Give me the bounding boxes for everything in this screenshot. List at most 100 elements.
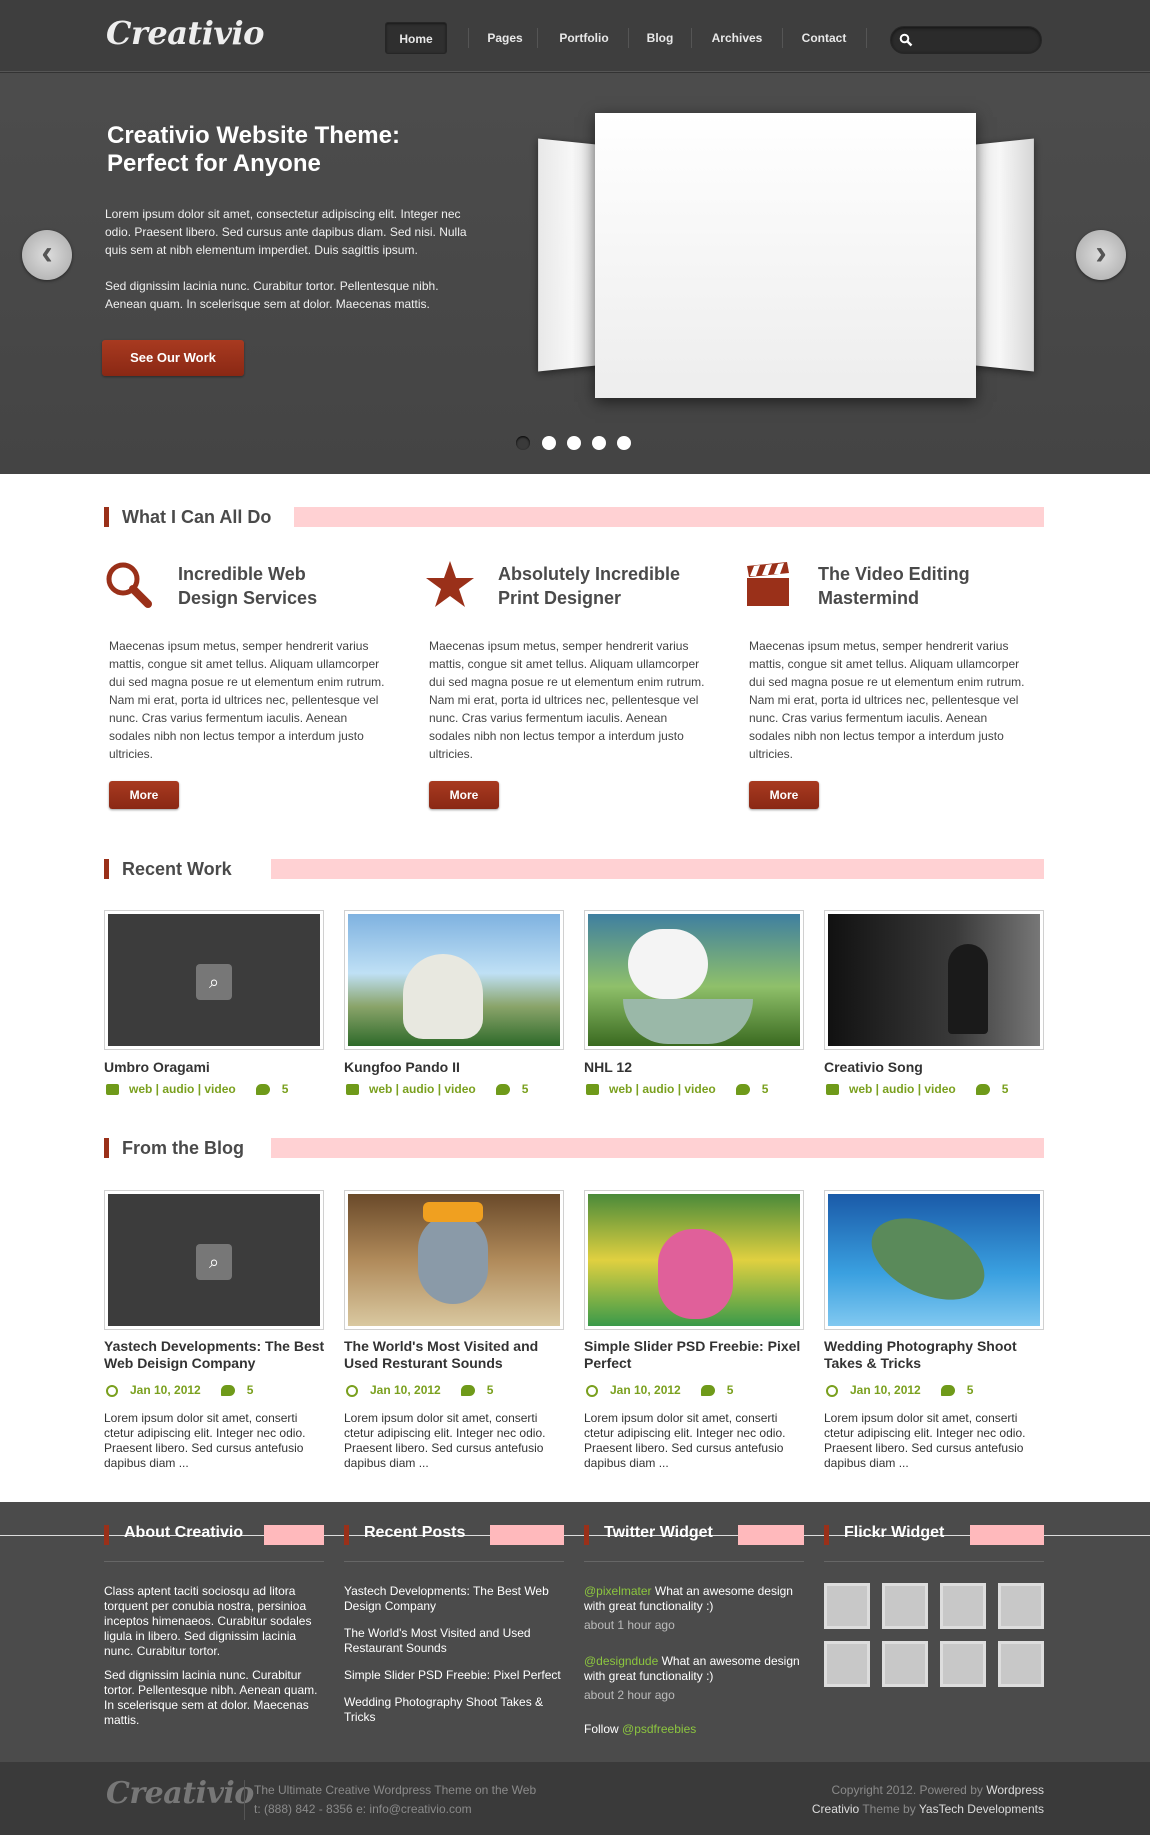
- work-image-subject: [403, 954, 483, 1039]
- nav-archives[interactable]: Archives: [703, 22, 771, 54]
- post-date: Jan 10, 2012: [850, 1383, 921, 1397]
- comment-count[interactable]: 5: [247, 1383, 254, 1397]
- comment-count[interactable]: 5: [727, 1383, 734, 1397]
- flickr-thumbnail[interactable]: [882, 1641, 928, 1687]
- comment-count[interactable]: 5: [522, 1082, 529, 1096]
- nav-divider: [782, 28, 783, 48]
- wordpress-link[interactable]: Wordpress: [986, 1783, 1044, 1797]
- tweet: @designdude What an awesome design with …: [584, 1654, 809, 1684]
- service-more-button[interactable]: More: [749, 781, 819, 809]
- work-tags[interactable]: web | audio | video: [369, 1082, 476, 1096]
- recent-post-link[interactable]: Yastech Developments: The Best Web Desig…: [344, 1584, 564, 1614]
- zoom-icon[interactable]: ⌕: [196, 964, 232, 1000]
- comment-count[interactable]: 5: [967, 1383, 974, 1397]
- work-title[interactable]: NHL 12: [584, 1059, 632, 1075]
- service-title: Incredible Web Design Services: [178, 564, 318, 608]
- blog-post-title[interactable]: Yastech Developments: The Best Web Deisi…: [104, 1338, 334, 1372]
- section-rule: [970, 1525, 1044, 1545]
- tweet: @pixelmater What an awesome design with …: [584, 1584, 809, 1614]
- theme-by-text: Theme by: [859, 1802, 919, 1816]
- comment-count[interactable]: 5: [762, 1082, 769, 1096]
- work-thumbnail[interactable]: [584, 910, 804, 1050]
- slider-dot[interactable]: [617, 436, 631, 450]
- blog-excerpt: Lorem ipsum dolor sit amet, conserti cte…: [344, 1411, 546, 1470]
- service-text: Maecenas ipsum metus, semper hendrerit v…: [429, 639, 705, 761]
- blog-post-title[interactable]: The World's Most Visited and Used Restur…: [344, 1338, 574, 1372]
- nav-pages[interactable]: Pages: [480, 22, 530, 54]
- nav-blog[interactable]: Blog: [640, 22, 680, 54]
- clock-icon: [826, 1384, 838, 1397]
- footer-divider: [824, 1561, 1044, 1562]
- blog-thumbnail[interactable]: [824, 1190, 1044, 1330]
- theme-author-link[interactable]: YasTech Developments: [919, 1802, 1044, 1816]
- work-title[interactable]: Umbro Oragami: [104, 1059, 210, 1075]
- nav-contact[interactable]: Contact: [795, 22, 853, 54]
- work-thumbnail[interactable]: [344, 910, 564, 1050]
- work-tags[interactable]: web | audio | video: [129, 1082, 236, 1096]
- slider-next-button[interactable]: ›: [1076, 230, 1126, 280]
- blog-image-subject: [658, 1229, 733, 1319]
- blog-post-title[interactable]: Wedding Photography Shoot Takes & Tricks: [824, 1338, 1054, 1372]
- tweet-user-link[interactable]: @designdude: [584, 1654, 658, 1668]
- footer-divider: [244, 1780, 245, 1820]
- work-tags[interactable]: web | audio | video: [609, 1082, 716, 1096]
- flickr-thumbnail[interactable]: [940, 1583, 986, 1629]
- flickr-thumbnail[interactable]: [940, 1641, 986, 1687]
- slider-prev-button[interactable]: ‹: [22, 230, 72, 280]
- slider-dot[interactable]: [567, 436, 581, 450]
- tag-icon: [586, 1084, 599, 1096]
- site-logo[interactable]: Creativio: [106, 14, 264, 52]
- search-input[interactable]: [919, 31, 1034, 49]
- follow-link[interactable]: @psdfreebies: [622, 1722, 696, 1736]
- comment-count[interactable]: 5: [1002, 1082, 1009, 1096]
- blog-thumbnail[interactable]: ⌕: [104, 1190, 324, 1330]
- section-rule: [264, 1525, 324, 1545]
- footer-contact: t: (888) 842 - 8356 e: info@creativio.co…: [254, 1802, 472, 1816]
- work-title[interactable]: Creativio Song: [824, 1059, 923, 1075]
- blog-meta: Jan 10, 2012 5: [106, 1383, 253, 1397]
- work-tags[interactable]: web | audio | video: [849, 1082, 956, 1096]
- slider-dot[interactable]: [516, 436, 530, 450]
- section-marker: [584, 1525, 589, 1545]
- slider-dot[interactable]: [542, 436, 556, 450]
- work-meta: web | audio | video 5: [586, 1082, 768, 1096]
- zoom-icon[interactable]: ⌕: [196, 1244, 232, 1280]
- blog-thumbnail[interactable]: [344, 1190, 564, 1330]
- section-rule: [738, 1525, 804, 1545]
- work-meta: web | audio | video 5: [826, 1082, 1008, 1096]
- clapperboard-icon: [747, 562, 789, 606]
- service-title: Absolutely Incredible Print Designer: [498, 564, 681, 608]
- tweet-user-link[interactable]: @pixelmater: [584, 1584, 652, 1598]
- comment-count[interactable]: 5: [487, 1383, 494, 1397]
- recent-post-link[interactable]: The World's Most Visited and Used Restau…: [344, 1626, 564, 1656]
- work-title[interactable]: Kungfoo Pando II: [344, 1059, 460, 1075]
- blog-heading: From the Blog: [122, 1138, 244, 1158]
- recent-post-link[interactable]: Wedding Photography Shoot Takes & Tricks: [344, 1695, 564, 1725]
- service-more-button[interactable]: More: [429, 781, 499, 809]
- slider-dot[interactable]: [592, 436, 606, 450]
- flickr-thumbnail[interactable]: [824, 1641, 870, 1687]
- see-our-work-button[interactable]: See Our Work: [102, 340, 244, 376]
- flickr-thumbnail[interactable]: [882, 1583, 928, 1629]
- flickr-thumbnail[interactable]: [824, 1583, 870, 1629]
- nav-portfolio[interactable]: Portfolio: [550, 22, 618, 54]
- footer-logo[interactable]: Creativio: [106, 1776, 254, 1811]
- comment-count[interactable]: 5: [282, 1082, 289, 1096]
- service-more-button[interactable]: More: [109, 781, 179, 809]
- work-thumbnail[interactable]: [824, 910, 1044, 1050]
- theme-name[interactable]: Creativio: [812, 1802, 859, 1816]
- blog-post-title[interactable]: Simple Slider PSD Freebie: Pixel Perfect: [584, 1338, 814, 1372]
- search-box: [890, 26, 1042, 54]
- section-marker: [104, 507, 109, 527]
- slide-preview-right[interactable]: [968, 138, 1034, 372]
- nav-home[interactable]: Home: [385, 22, 447, 54]
- flickr-thumbnail[interactable]: [998, 1641, 1044, 1687]
- blog-meta: Jan 10, 2012 5: [346, 1383, 493, 1397]
- blog-thumbnail[interactable]: [584, 1190, 804, 1330]
- work-thumbnail[interactable]: ⌕: [104, 910, 324, 1050]
- blog-excerpt: Lorem ipsum dolor sit amet, conserti cte…: [584, 1411, 786, 1470]
- flickr-thumbnail[interactable]: [998, 1583, 1044, 1629]
- recent-post-link[interactable]: Simple Slider PSD Freebie: Pixel Perfect: [344, 1668, 564, 1683]
- service-title: The Video Editing Mastermind: [818, 564, 970, 608]
- post-date: Jan 10, 2012: [130, 1383, 201, 1397]
